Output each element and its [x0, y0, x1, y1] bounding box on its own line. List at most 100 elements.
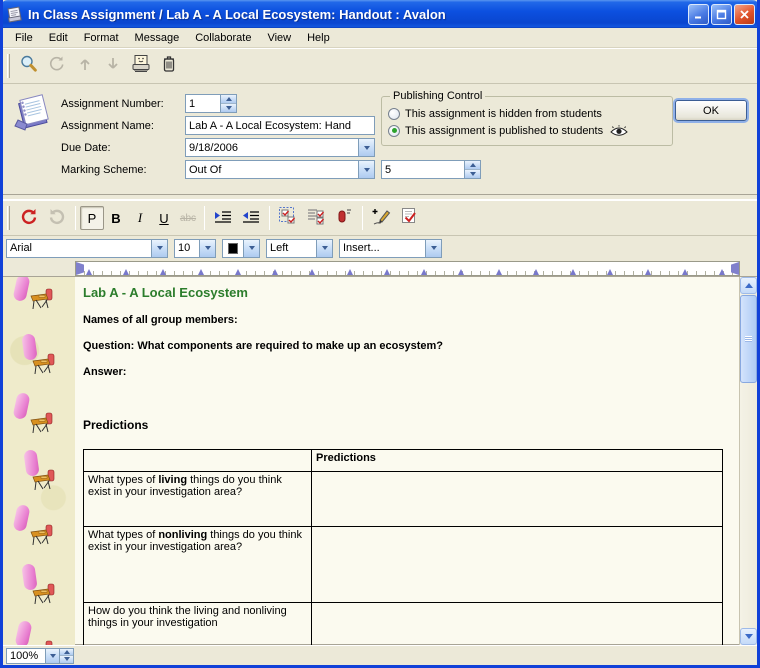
search-button[interactable]	[15, 52, 43, 80]
menu-edit[interactable]: Edit	[41, 30, 76, 46]
menu-help[interactable]: Help	[299, 30, 338, 46]
tab-stop-marker[interactable]	[533, 269, 539, 275]
minimize-button[interactable]	[688, 4, 709, 25]
delete-button[interactable]	[155, 52, 183, 80]
history-button[interactable]	[43, 52, 71, 80]
zoom-spin-buttons[interactable]	[59, 649, 73, 663]
font-color-dropdown-button[interactable]	[243, 240, 259, 257]
marking-points-spin-buttons[interactable]	[464, 161, 480, 178]
font-size-select[interactable]: 10	[174, 239, 216, 258]
insert-select[interactable]: Insert...	[339, 239, 442, 258]
due-date-dropdown-button[interactable]	[358, 139, 374, 156]
marking-scheme-select[interactable]: Out Of	[185, 160, 375, 179]
tab-stop-marker[interactable]	[123, 269, 129, 275]
assignment-name-input[interactable]: Lab A - A Local Ecosystem: Hand	[185, 116, 375, 135]
tab-stop-marker[interactable]	[570, 269, 576, 275]
tab-stop-marker[interactable]	[421, 269, 427, 275]
font-color-select[interactable]	[222, 239, 260, 258]
tab-stop-marker[interactable]	[496, 269, 502, 275]
assignment-number-spin-buttons[interactable]	[220, 95, 236, 112]
titlebar[interactable]: In Class Assignment / Lab A - A Local Ec…	[0, 0, 760, 28]
scroll-up-button[interactable]	[740, 277, 757, 294]
zoom-control[interactable]: 100%	[6, 648, 74, 664]
menu-message[interactable]: Message	[127, 30, 188, 46]
scrollbar-track[interactable]	[740, 383, 757, 628]
indent-button[interactable]	[209, 204, 237, 232]
desk-icon	[31, 352, 57, 378]
print-button[interactable]	[127, 52, 155, 80]
tab-stop-marker[interactable]	[198, 269, 204, 275]
menu-bar: File Edit Format Message Collaborate Vie…	[3, 28, 757, 48]
previous-unread-button[interactable]	[71, 52, 99, 80]
bold-button[interactable]: B	[104, 206, 128, 230]
published-option-row[interactable]: This assignment is published to students	[388, 122, 666, 139]
menu-file[interactable]: File	[7, 30, 41, 46]
tab-stop-marker[interactable]	[719, 269, 725, 275]
tab-stop-marker[interactable]	[272, 269, 278, 275]
insert-dropdown-button[interactable]	[425, 240, 441, 257]
due-date-select[interactable]: 9/18/2006	[185, 138, 375, 157]
answer-line: Answer:	[83, 366, 733, 378]
underline-button[interactable]: U	[152, 206, 176, 230]
tab-stop-marker[interactable]	[682, 269, 688, 275]
menu-collaborate[interactable]: Collaborate	[187, 30, 259, 46]
tab-stop-marker[interactable]	[235, 269, 241, 275]
font-size-dropdown-button[interactable]	[199, 240, 215, 257]
ruler[interactable]	[75, 261, 740, 276]
marking-points-value[interactable]: 5	[382, 161, 464, 178]
alignment-value: Left	[267, 240, 316, 257]
vertical-scrollbar[interactable]	[740, 277, 757, 645]
tab-stop-marker[interactable]	[607, 269, 613, 275]
marking-scheme-dropdown-button[interactable]	[358, 161, 374, 178]
italic-button[interactable]: I	[128, 206, 152, 230]
ok-button[interactable]: OK	[675, 100, 747, 121]
tab-stop-marker[interactable]	[458, 269, 464, 275]
left-margin-marker[interactable]	[76, 262, 84, 275]
hidden-option-row[interactable]: This assignment is hidden from students	[388, 105, 666, 122]
insert-variable-button[interactable]	[330, 204, 358, 232]
answer-cell[interactable]	[312, 527, 723, 603]
strikethrough-button[interactable]: abc	[176, 206, 200, 230]
answer-cell[interactable]	[312, 603, 723, 646]
right-margin-marker[interactable]	[731, 262, 739, 275]
insert-list-button[interactable]	[302, 204, 330, 232]
paragraph-style-button[interactable]: P	[80, 206, 104, 230]
toolbar-grip[interactable]	[7, 54, 10, 78]
scrollbar-thumb[interactable]	[740, 295, 757, 383]
outdent-button[interactable]	[237, 204, 265, 232]
tab-stop-marker[interactable]	[86, 269, 92, 275]
assignment-number-stepper[interactable]: 1	[185, 94, 237, 113]
alignment-dropdown-button[interactable]	[316, 240, 332, 257]
assignment-number-value[interactable]: 1	[186, 95, 220, 112]
insert-checkbox-button[interactable]	[274, 204, 302, 232]
font-family-dropdown-button[interactable]	[151, 240, 167, 257]
trash-icon	[159, 53, 179, 80]
undo-button[interactable]	[15, 204, 43, 232]
chevron-down-icon	[745, 634, 753, 639]
tab-stop-marker[interactable]	[160, 269, 166, 275]
maximize-button[interactable]	[711, 4, 732, 25]
scroll-down-button[interactable]	[740, 628, 757, 645]
tab-stop-marker[interactable]	[347, 269, 353, 275]
menu-view[interactable]: View	[259, 30, 299, 46]
answer-cell[interactable]	[312, 472, 723, 527]
close-button[interactable]	[734, 4, 755, 25]
spell-check-icon	[399, 206, 419, 231]
insert-checkbox-icon	[278, 206, 298, 231]
zoom-dropdown-button[interactable]	[45, 649, 59, 663]
redo-button[interactable]	[43, 204, 71, 232]
published-radio-button[interactable]	[388, 125, 400, 137]
document-editor[interactable]: Lab A - A Local Ecosystem Names of all g…	[75, 277, 740, 645]
font-family-select[interactable]: Arial	[6, 239, 168, 258]
spell-check-button[interactable]	[395, 204, 423, 232]
alignment-select[interactable]: Left	[266, 239, 333, 258]
next-unread-button[interactable]	[99, 52, 127, 80]
tab-stop-marker[interactable]	[309, 269, 315, 275]
tab-stop-marker[interactable]	[384, 269, 390, 275]
add-signature-button[interactable]	[367, 204, 395, 232]
marking-points-stepper[interactable]: 5	[381, 160, 481, 179]
hidden-radio-button[interactable]	[388, 108, 400, 120]
tab-stop-marker[interactable]	[645, 269, 651, 275]
menu-format[interactable]: Format	[76, 30, 127, 46]
editor-toolbar-grip[interactable]	[7, 206, 10, 230]
